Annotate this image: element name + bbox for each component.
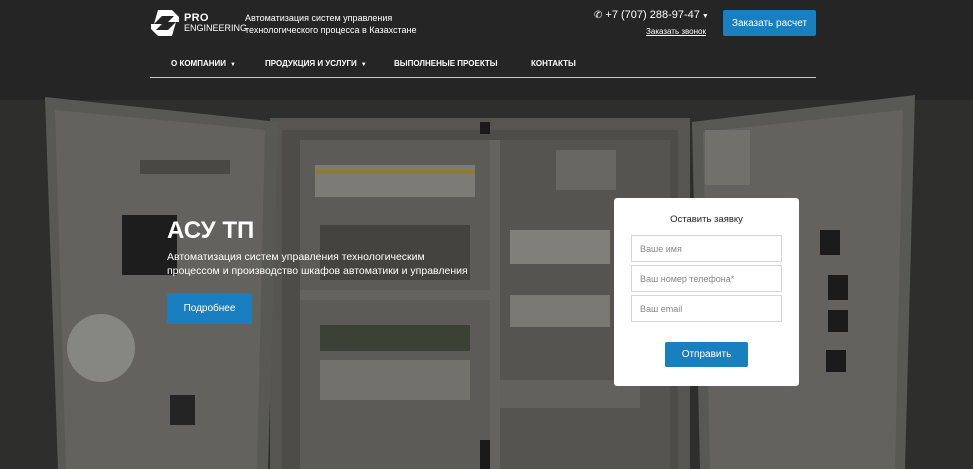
nav-item-contacts[interactable]: КОНТАКТЫ [531,59,576,68]
logo-line-2: ENGINEERING [184,23,248,33]
phone-icon: ✆ [594,10,603,21]
chevron-down-icon: ▼ [701,13,709,20]
nav-item-label: ПРОДУКЦИЯ И УСЛУГИ [265,59,357,68]
nav-item-label: О КОМПАНИИ [171,59,227,68]
request-form-card: Оставить заявку Отправить [614,198,799,386]
site-tagline: Автоматизация систем управления технолог… [245,13,417,35]
nav-item-label: ВЫПОЛНЕНЫЕ ПРОЕКТЫ [394,59,498,68]
nav-item-products[interactable]: ПРОДУКЦИЯ И УСЛУГИ ▼ [265,59,367,68]
site-header: PRO ENGINEERING Автоматизация систем упр… [150,0,816,78]
main-navigation: О КОМПАНИИ ▼ ПРОДУКЦИЯ И УСЛУГИ ▼ ВЫПОЛНЕН… [150,50,816,78]
logo[interactable]: PRO ENGINEERING [150,8,247,38]
phone-number: +7 (707) 288-97-47 [605,9,700,21]
order-calculation-button[interactable]: Заказать расчет [723,10,816,36]
logo-text: PRO ENGINEERING [184,12,248,34]
logo-line-1: PRO [184,12,209,24]
more-details-button[interactable]: Подробнее [167,293,252,324]
email-input[interactable] [631,295,782,322]
phone-input[interactable] [631,265,782,292]
nav-item-label: КОНТАКТЫ [531,59,576,68]
chevron-down-icon: ▼ [360,62,367,68]
hero-description: Автоматизация систем управления технолог… [167,251,468,277]
hero-title: АСУ ТП [167,217,255,244]
request-form-title: Оставить заявку [670,214,743,225]
nav-item-about[interactable]: О КОМПАНИИ ▼ [171,59,236,68]
name-input[interactable] [631,235,782,262]
contact-block: ✆ +7 (707) 288-97-47 ▼ Заказать звонок [594,9,709,39]
submit-button[interactable]: Отправить [665,342,748,367]
pro-engineering-logo-icon [151,10,179,36]
chevron-down-icon: ▼ [230,62,236,68]
callback-link[interactable]: Заказать звонок [646,27,706,36]
phone-dropdown[interactable]: ✆ +7 (707) 288-97-47 ▼ [594,9,709,21]
nav-item-projects[interactable]: ВЫПОЛНЕНЫЕ ПРОЕКТЫ [394,59,498,68]
